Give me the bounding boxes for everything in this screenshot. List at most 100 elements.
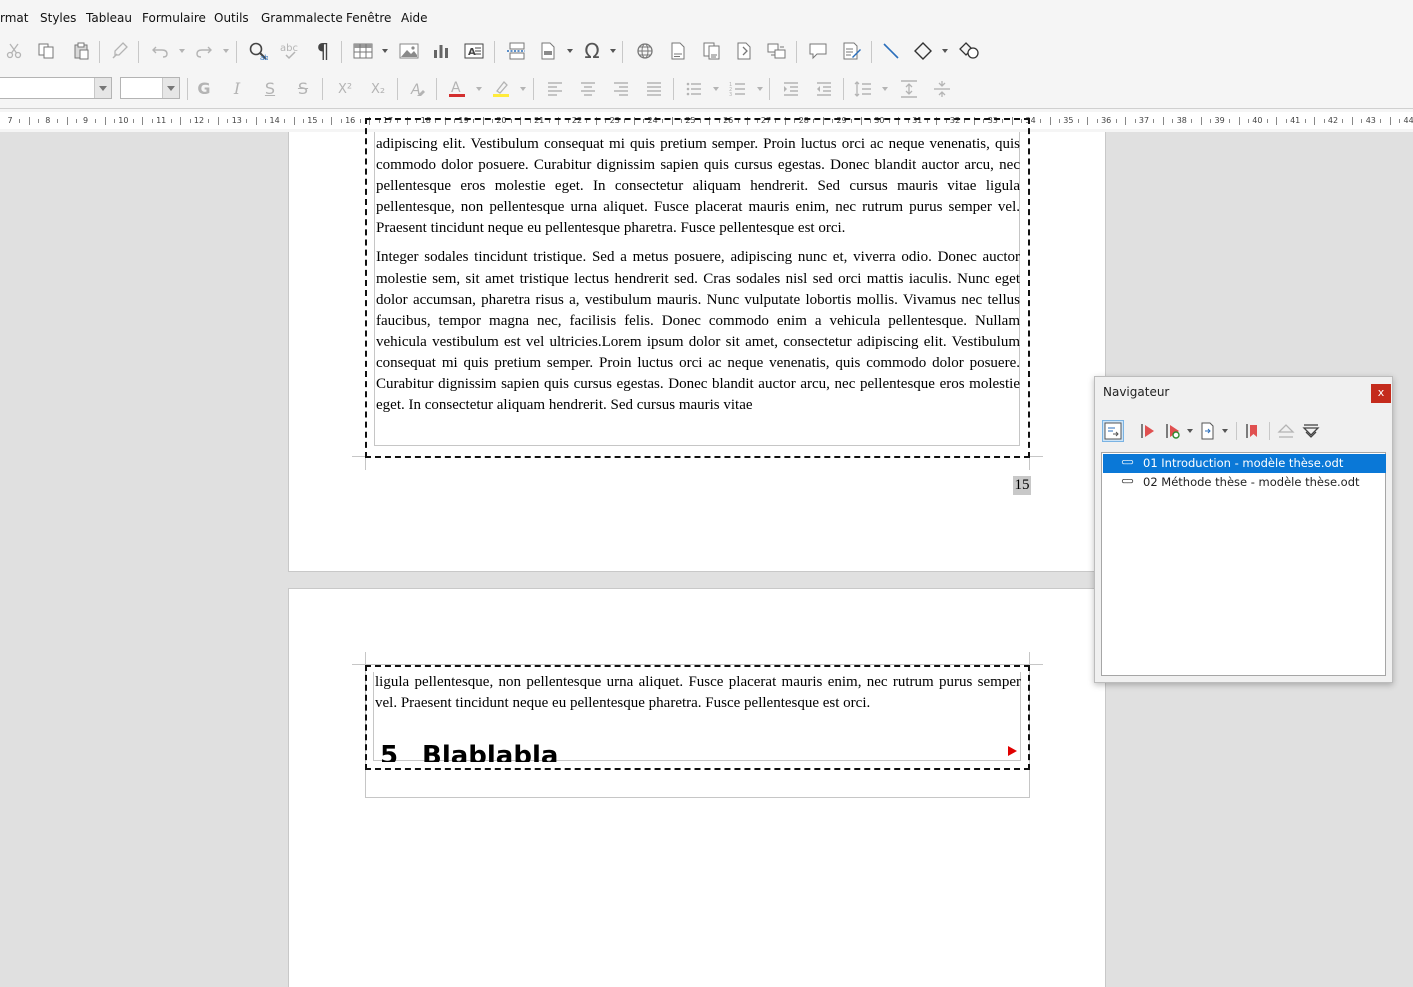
edit-icon[interactable] (1137, 420, 1159, 442)
insert-line-icon[interactable] (879, 39, 903, 63)
menu-styles[interactable]: Styles (40, 11, 76, 25)
align-left-icon[interactable] (543, 77, 567, 101)
clear-formatting-icon[interactable]: A (406, 77, 430, 101)
cut-icon[interactable] (2, 39, 26, 63)
font-color-icon[interactable]: A (445, 77, 469, 101)
decrease-indent-icon[interactable] (812, 77, 836, 101)
undo-dropdown[interactable] (178, 39, 186, 63)
chevron-down-icon[interactable] (162, 78, 179, 98)
formatting-marks-icon[interactable]: ¶ (311, 39, 335, 63)
insert-field-dropdown[interactable] (566, 39, 574, 63)
ruler-tick (1342, 119, 1344, 123)
insert-image-icon[interactable] (397, 39, 421, 63)
undo-icon[interactable] (148, 39, 172, 63)
line-spacing-dropdown[interactable] (881, 77, 889, 101)
special-character-icon[interactable]: Ω (580, 39, 604, 63)
menu-fenetre[interactable]: Fenêtre (346, 11, 391, 25)
clone-formatting-icon[interactable] (108, 39, 132, 63)
insert-field-icon[interactable] (536, 39, 560, 63)
insert-table-dropdown[interactable] (381, 39, 389, 63)
update-dropdown[interactable] (1186, 420, 1194, 442)
update-icon[interactable] (1162, 420, 1184, 442)
increase-indent-icon[interactable] (779, 77, 803, 101)
numbered-list-icon[interactable]: 123 (726, 77, 750, 101)
draw-functions-icon[interactable] (957, 39, 981, 63)
bullet-list-icon[interactable] (682, 77, 706, 101)
insert-dropdown[interactable] (1221, 420, 1229, 442)
ruler-tick (170, 119, 172, 123)
move-up-icon[interactable] (1275, 420, 1297, 442)
insert-table-icon[interactable] (351, 39, 375, 63)
track-changes-icon[interactable] (840, 39, 864, 63)
align-center-icon[interactable] (576, 77, 600, 101)
save-contents-icon[interactable] (1242, 420, 1264, 442)
menu-tableau[interactable]: Tableau (86, 11, 132, 25)
ruler-tick (1115, 119, 1117, 123)
separator (494, 41, 495, 63)
strikethrough-button[interactable]: S (291, 77, 315, 101)
bullet-list-dropdown[interactable] (712, 77, 720, 101)
ruler-tick (217, 117, 219, 125)
toggle-master-view-icon[interactable] (1102, 420, 1124, 442)
cross-reference-icon[interactable] (765, 39, 789, 63)
menu-aide[interactable]: Aide (401, 11, 428, 25)
special-character-dropdown[interactable] (609, 39, 617, 63)
insert-textbox-icon[interactable]: A (462, 39, 486, 63)
menu-grammalecte[interactable]: Grammalecte (261, 11, 343, 25)
font-color-dropdown[interactable] (475, 77, 483, 101)
ruler-tick (265, 119, 267, 123)
separator (769, 78, 770, 100)
navigator-document-list[interactable]: ⊂⊃ 01 Introduction - modèle thèse.odt ⊂⊃ 02… (1101, 452, 1386, 676)
highlighting-color-icon[interactable] (489, 77, 513, 101)
chevron-down-icon[interactable] (94, 78, 111, 98)
decrease-paragraph-spacing-icon[interactable] (930, 77, 954, 101)
move-down-icon[interactable] (1300, 420, 1322, 442)
endnote-icon[interactable] (700, 39, 724, 63)
menu-outils[interactable]: Outils (214, 11, 249, 25)
redo-icon[interactable] (192, 39, 216, 63)
insert-comment-icon[interactable] (806, 39, 830, 63)
find-replace-icon[interactable]: ab (246, 39, 270, 63)
navigator-item[interactable]: ⊂⊃ 02 Méthode thèse - modèle thèse.odt (1103, 473, 1386, 492)
subscript-button[interactable]: X₂ (366, 77, 390, 101)
close-button[interactable]: x (1371, 384, 1391, 403)
superscript-button[interactable]: X² (333, 77, 357, 101)
ruler-tick (1040, 119, 1042, 123)
ruler-tick (1266, 119, 1268, 123)
svg-text:A: A (451, 80, 461, 96)
basic-shapes-dropdown[interactable] (941, 39, 949, 63)
increase-paragraph-spacing-icon[interactable] (897, 77, 921, 101)
svg-text:3: 3 (729, 92, 732, 97)
menu-format[interactable]: rmat (0, 11, 28, 25)
numbered-list-dropdown[interactable] (756, 77, 764, 101)
heading-level-1[interactable]: 5 Blablabla (370, 740, 1010, 762)
heading-number: 5 (380, 741, 399, 762)
bookmark-icon[interactable] (732, 39, 756, 63)
footnote-icon[interactable] (666, 39, 690, 63)
italic-button[interactable]: I (225, 77, 249, 101)
paste-icon[interactable] (69, 39, 93, 63)
navigator-item[interactable]: ⊂⊃ 01 Introduction - modèle thèse.odt (1103, 454, 1386, 473)
ruler-number: 40 (1252, 116, 1263, 125)
line-spacing-icon[interactable] (851, 77, 875, 101)
insert-icon[interactable] (1197, 420, 1219, 442)
ruler-tick (208, 119, 210, 123)
basic-shapes-icon[interactable] (911, 39, 935, 63)
underline-button[interactable]: S (258, 77, 282, 101)
insert-chart-icon[interactable] (429, 39, 453, 63)
font-name-combo[interactable] (0, 77, 112, 99)
highlighting-color-dropdown[interactable] (519, 77, 527, 101)
menu-formulaire[interactable]: Formulaire (142, 11, 206, 25)
spellcheck-icon[interactable]: abc (279, 39, 303, 63)
page2-text-body[interactable]: ligula pellentesque, non pellentesque ur… (375, 672, 1021, 714)
bold-button[interactable]: G (192, 77, 216, 101)
redo-dropdown[interactable] (222, 39, 230, 63)
insert-page-break-icon[interactable] (504, 39, 528, 63)
hyperlink-icon[interactable] (633, 39, 657, 63)
copy-icon[interactable] (34, 39, 58, 63)
justify-icon[interactable] (642, 77, 666, 101)
align-right-icon[interactable] (609, 77, 633, 101)
font-size-combo[interactable] (120, 77, 180, 99)
page-number-field[interactable]: 15 (1013, 476, 1031, 495)
page1-text-body[interactable]: adipiscing elit. Vestibulum consequat mi… (376, 134, 1020, 416)
